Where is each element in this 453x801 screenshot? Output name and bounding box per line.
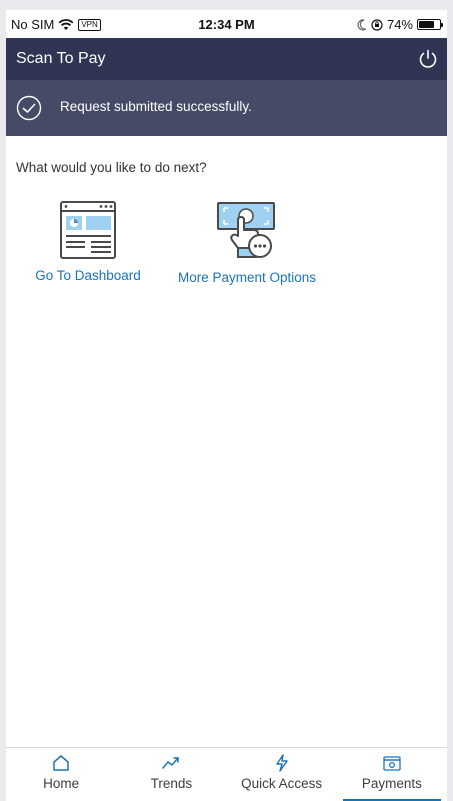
nav-label-payments: Payments xyxy=(361,776,422,791)
nav-item-home[interactable]: Home xyxy=(6,748,116,801)
go-to-dashboard-link[interactable]: Go To Dashboard xyxy=(28,268,148,283)
battery-icon xyxy=(417,19,443,30)
nav-item-payments[interactable]: Payments xyxy=(337,748,447,801)
page-title: Scan To Pay xyxy=(16,50,106,67)
dashboard-icon xyxy=(60,201,116,259)
lightning-icon xyxy=(275,754,288,772)
more-payment-options-link[interactable]: More Payment Options xyxy=(168,270,326,285)
payment-options-icon xyxy=(217,202,275,258)
nav-label-quick-access: Quick Access xyxy=(241,776,323,791)
nav-label-home: Home xyxy=(43,776,80,791)
nav-item-quick-access[interactable]: Quick Access xyxy=(227,748,337,801)
payments-icon xyxy=(383,756,401,771)
phone-screen: No SIM VPN 12:34 PM 74% Scan To Pay Requ… xyxy=(6,10,447,801)
nav-item-trends[interactable]: Trends xyxy=(116,748,226,801)
status-right: 74% xyxy=(357,17,443,32)
trends-icon xyxy=(162,757,180,769)
power-icon[interactable] xyxy=(417,48,439,70)
bottom-nav: Home Trends Quick Access Payments xyxy=(6,747,447,801)
battery-percent: 74% xyxy=(386,17,413,32)
nav-label-trends: Trends xyxy=(150,776,193,791)
more-payment-options-option[interactable]: More Payment Options xyxy=(168,200,326,285)
orientation-lock-icon xyxy=(371,18,383,31)
next-step-prompt: What would you like to do next? xyxy=(16,160,207,175)
status-bar: No SIM VPN 12:34 PM 74% xyxy=(6,10,447,38)
check-circle-icon xyxy=(16,95,42,121)
battery-fill xyxy=(419,21,434,28)
moon-icon xyxy=(357,18,367,30)
success-banner: Request submitted successfully. xyxy=(6,80,447,136)
home-icon xyxy=(53,755,69,771)
go-to-dashboard-option[interactable]: Go To Dashboard xyxy=(28,200,148,283)
success-message: Request submitted successfully. xyxy=(60,99,252,114)
app-header: Scan To Pay xyxy=(6,38,447,80)
